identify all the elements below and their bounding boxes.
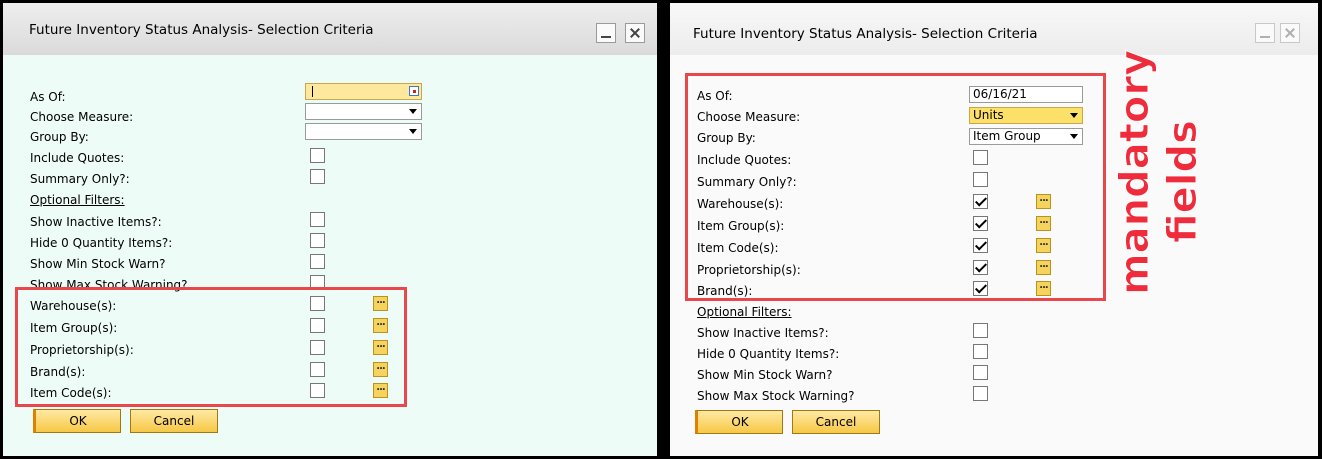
as-of-date-field[interactable]: [305, 83, 422, 100]
window-title: Future Inventory Status Analysis- Select…: [29, 22, 374, 38]
group-by-select[interactable]: [305, 123, 422, 140]
annotation-mandatory: mandatory: [1112, 49, 1159, 295]
label-show-min: Show Min Stock Warn?: [697, 368, 833, 382]
form-area: As Of: 06/16/21 Choose Measure: Units Gr…: [670, 49, 1318, 456]
hide-zero-checkbox[interactable]: [973, 344, 988, 359]
annotation-fields: fields: [1160, 120, 1207, 244]
show-inactive-checkbox[interactable]: [310, 212, 325, 227]
label-optional-filters: Optional Filters:: [697, 305, 792, 319]
label-choose-measure: Choose Measure:: [30, 110, 134, 124]
hide-zero-checkbox[interactable]: [310, 233, 325, 248]
form-area: As Of: Choose Measure: Group By: Include…: [3, 55, 657, 456]
highlight-box: [685, 73, 1106, 301]
show-max-checkbox[interactable]: [973, 386, 988, 401]
label-summary-only: Summary Only?:: [30, 172, 130, 186]
close-icon[interactable]: [1280, 23, 1300, 43]
cancel-button[interactable]: Cancel: [792, 410, 880, 434]
label-optional-filters: Optional Filters:: [30, 193, 125, 207]
label-group-by: Group By:: [30, 130, 89, 144]
window-title: Future Inventory Status Analysis- Select…: [693, 26, 1038, 42]
label-hide-zero: Hide 0 Quantity Items?:: [697, 347, 840, 361]
label-show-min: Show Min Stock Warn?: [30, 257, 166, 271]
chevron-down-icon[interactable]: [409, 129, 417, 134]
highlight-box: [15, 287, 407, 407]
show-min-checkbox[interactable]: [973, 365, 988, 380]
close-icon[interactable]: [625, 23, 645, 43]
title-bar: Future Inventory Status Analysis- Select…: [670, 3, 1318, 55]
label-show-inactive: Show Inactive Items?:: [697, 326, 829, 340]
text-caret: [312, 86, 313, 97]
show-inactive-checkbox[interactable]: [973, 323, 988, 338]
calendar-icon[interactable]: [409, 86, 419, 96]
include-quotes-checkbox[interactable]: [310, 148, 325, 163]
show-min-checkbox[interactable]: [310, 254, 325, 269]
minimize-icon[interactable]: [1255, 23, 1275, 43]
summary-only-checkbox[interactable]: [310, 169, 325, 184]
label-as-of: As Of:: [30, 90, 66, 104]
label-hide-zero: Hide 0 Quantity Items?:: [30, 236, 173, 250]
title-bar: Future Inventory Status Analysis- Select…: [3, 3, 657, 55]
cancel-button[interactable]: Cancel: [130, 409, 218, 433]
ok-button[interactable]: OK: [695, 410, 783, 434]
dialog-right: Future Inventory Status Analysis- Select…: [670, 3, 1318, 456]
chevron-down-icon[interactable]: [409, 109, 417, 114]
dialog-left: Future Inventory Status Analysis- Select…: [3, 3, 657, 456]
ok-button[interactable]: OK: [33, 409, 121, 433]
label-include-quotes: Include Quotes:: [30, 151, 125, 165]
minimize-icon[interactable]: [596, 23, 616, 43]
label-show-inactive: Show Inactive Items?:: [30, 215, 162, 229]
label-show-max: Show Max Stock Warning?: [697, 389, 855, 403]
choose-measure-select[interactable]: [305, 103, 422, 120]
